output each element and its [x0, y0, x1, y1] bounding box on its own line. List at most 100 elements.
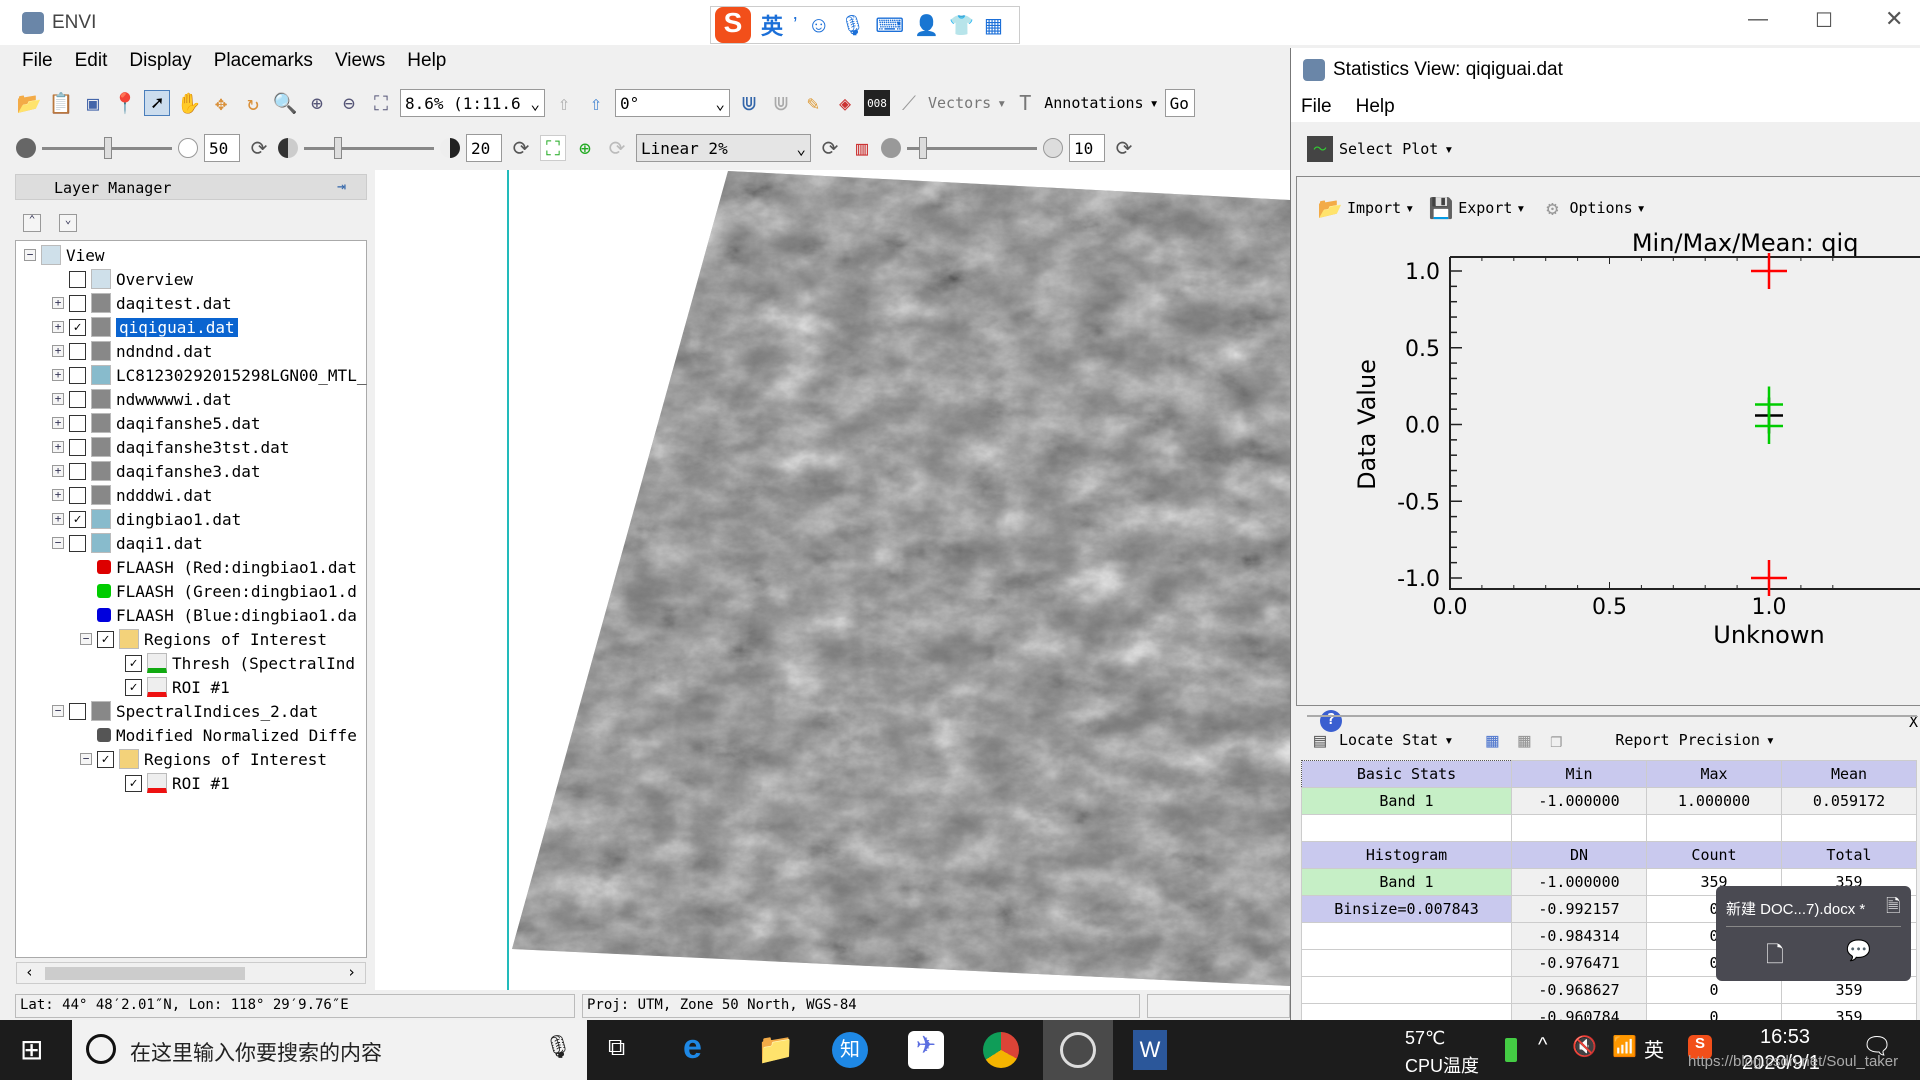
chip-icon[interactable]: ▣ — [80, 90, 106, 116]
expand-icon[interactable]: + — [52, 489, 64, 501]
expand-icon[interactable]: + — [52, 465, 64, 477]
open-icon[interactable]: 📂 — [16, 90, 42, 116]
task-view-icon[interactable]: ⧉ — [608, 1034, 625, 1062]
image-view[interactable] — [375, 170, 1290, 990]
layer-item[interactable]: − ✓ Regions of Interest — [80, 627, 327, 651]
usb-icon[interactable] — [1505, 1038, 1517, 1062]
locate-stat-menu[interactable]: Locate Stat — [1339, 731, 1438, 749]
wechat-share-icon[interactable]: 💬 — [1846, 938, 1871, 963]
expand-icon[interactable]: + — [52, 345, 64, 357]
new-file-icon[interactable]: 🗋 — [1766, 938, 1784, 976]
expand-icon[interactable]: + — [52, 297, 64, 309]
document-icon[interactable]: 🗎 — [1886, 894, 1900, 924]
maximize-button[interactable]: ☐ — [1815, 8, 1833, 33]
user-icon[interactable]: 👤 — [914, 13, 939, 38]
menu-views[interactable]: Views — [335, 50, 385, 72]
rotate-north-icon[interactable]: ⇧ — [551, 90, 577, 116]
zoom-out-icon[interactable]: ⊖ — [336, 90, 362, 116]
layer-checkbox[interactable] — [69, 702, 86, 720]
zoom-icon[interactable]: 🔍 — [272, 90, 298, 116]
layer-checkbox[interactable]: ✓ — [125, 654, 142, 672]
data-manager-icon[interactable]: 📋 — [48, 90, 74, 116]
expand-icon[interactable]: + — [52, 513, 64, 525]
ime-mode[interactable]: 英 — [761, 9, 783, 41]
layer-item[interactable]: FLAASH (Blue:dingbiao1.da — [80, 603, 357, 627]
collapse-all-icon[interactable]: ⌃ — [23, 214, 41, 232]
layer-item[interactable]: + ndwwwwwi.dat — [52, 387, 232, 411]
chevron-up-icon[interactable]: ^ — [1538, 1034, 1547, 1057]
layer-item[interactable]: − SpectralIndices_2.dat — [52, 699, 318, 723]
pan-icon[interactable]: ✋ — [176, 90, 202, 116]
brightness-field[interactable]: 50 — [204, 134, 240, 162]
stretch-view-icon[interactable]: ⛶ — [540, 135, 566, 161]
ime-toolbar[interactable]: S 英 ’ ☺ 🎙 ⌨ 👤 👕 ▦ — [710, 6, 1020, 44]
menu-edit[interactable]: Edit — [75, 50, 108, 72]
scroll-right-icon[interactable]: › — [347, 963, 356, 981]
skin-icon[interactable]: 👕 — [949, 13, 974, 38]
layer-checkbox[interactable] — [69, 438, 86, 456]
envi-taskbar-button[interactable] — [1043, 1020, 1113, 1080]
minimize-button[interactable]: — — [1748, 8, 1768, 31]
layer-item[interactable]: ✓ ROI #1 — [108, 771, 230, 795]
layer-item[interactable]: Overview — [52, 267, 193, 291]
table-blue-icon[interactable]: ▦ — [1479, 727, 1505, 753]
ime-indicator[interactable]: 英 — [1644, 1034, 1664, 1063]
mic-icon[interactable]: 🎙 — [840, 13, 865, 38]
counter-icon[interactable]: 008 — [864, 90, 890, 116]
zoom-in-icon[interactable]: ⊕ — [304, 90, 330, 116]
rotate-up-icon[interactable]: ⇧ — [583, 90, 609, 116]
layer-item[interactable]: ✓ Thresh (SpectralInd — [108, 651, 355, 675]
volume-muted-icon[interactable]: 🔇 — [1572, 1034, 1597, 1059]
copy-icon[interactable]: ❐ — [1543, 727, 1569, 753]
stretch-select[interactable]: Linear 2% ⌄ — [636, 134, 811, 162]
transparency-slider[interactable] — [907, 136, 1037, 159]
select-icon[interactable]: ➚ — [144, 90, 170, 116]
stretch-full-icon[interactable]: ⊕ — [572, 135, 598, 161]
fly-icon[interactable]: ✥ — [208, 90, 234, 116]
collapse-icon[interactable]: − — [52, 537, 64, 549]
layer-item[interactable]: − daqi1.dat — [52, 531, 203, 555]
layer-checkbox[interactable]: ✓ — [97, 750, 114, 768]
scroll-thumb[interactable] — [45, 967, 245, 980]
layer-checkbox[interactable] — [69, 486, 86, 504]
collapse-icon[interactable]: − — [24, 249, 36, 261]
search-box[interactable]: 在这里输入你要搜索的内容 🎙 — [72, 1020, 587, 1080]
layer-item[interactable]: + ✓ qiqiguai.dat — [52, 315, 238, 339]
wifi-icon[interactable]: 📶 — [1612, 1034, 1637, 1059]
expand-icon[interactable]: + — [52, 321, 64, 333]
expand-all-icon[interactable]: ⌄ — [59, 214, 77, 232]
layer-checkbox[interactable]: ✓ — [69, 318, 86, 336]
menu-display[interactable]: Display — [129, 50, 191, 72]
measure-icon[interactable]: ✎ — [800, 90, 826, 116]
layer-checkbox[interactable]: ✓ — [125, 774, 142, 792]
expand-icon[interactable]: + — [52, 441, 64, 453]
emoji-icon[interactable]: ☺ — [807, 12, 829, 38]
layer-checkbox[interactable] — [69, 366, 86, 384]
layer-item[interactable]: + daqifanshe5.dat — [52, 411, 261, 435]
layer-checkbox[interactable]: ✓ — [97, 630, 114, 648]
file-explorer-icon[interactable]: 📁 — [757, 1032, 794, 1067]
layer-item[interactable]: ✓ ROI #1 — [108, 675, 230, 699]
zhihu-icon[interactable]: 知 — [832, 1032, 868, 1068]
brightness-slider[interactable] — [42, 136, 172, 159]
layer-checkbox[interactable] — [69, 462, 86, 480]
keyboard-icon[interactable]: ⌨ — [875, 13, 904, 38]
header-cell[interactable]: Basic Stats — [1301, 760, 1512, 788]
reset-icon[interactable]: ⟳ — [1111, 135, 1137, 161]
rotation-select[interactable]: 0° ⌄ — [615, 89, 730, 117]
grid-icon[interactable]: ▦ — [984, 13, 1003, 38]
chrome-icon[interactable] — [983, 1032, 1019, 1068]
windows-start-icon[interactable]: ⊞ — [20, 1033, 43, 1066]
clock-time[interactable]: 16:53 — [1760, 1026, 1810, 1049]
cursor-value-icon[interactable]: ⋓ — [768, 90, 794, 116]
mic-icon[interactable]: 🎙 — [544, 1034, 572, 1060]
feishu-icon[interactable]: ✈ — [908, 1031, 944, 1069]
layer-checkbox[interactable] — [69, 390, 86, 408]
menu-help[interactable]: Help — [407, 50, 446, 72]
go-field[interactable]: Go — [1164, 89, 1195, 117]
layer-checkbox[interactable] — [69, 270, 86, 288]
menu-placemarks[interactable]: Placemarks — [214, 50, 313, 72]
close-button[interactable]: ✕ — [1885, 6, 1903, 32]
layer-item[interactable]: + daqitest.dat — [52, 291, 232, 315]
punctuation-icon[interactable]: ’ — [793, 14, 797, 37]
